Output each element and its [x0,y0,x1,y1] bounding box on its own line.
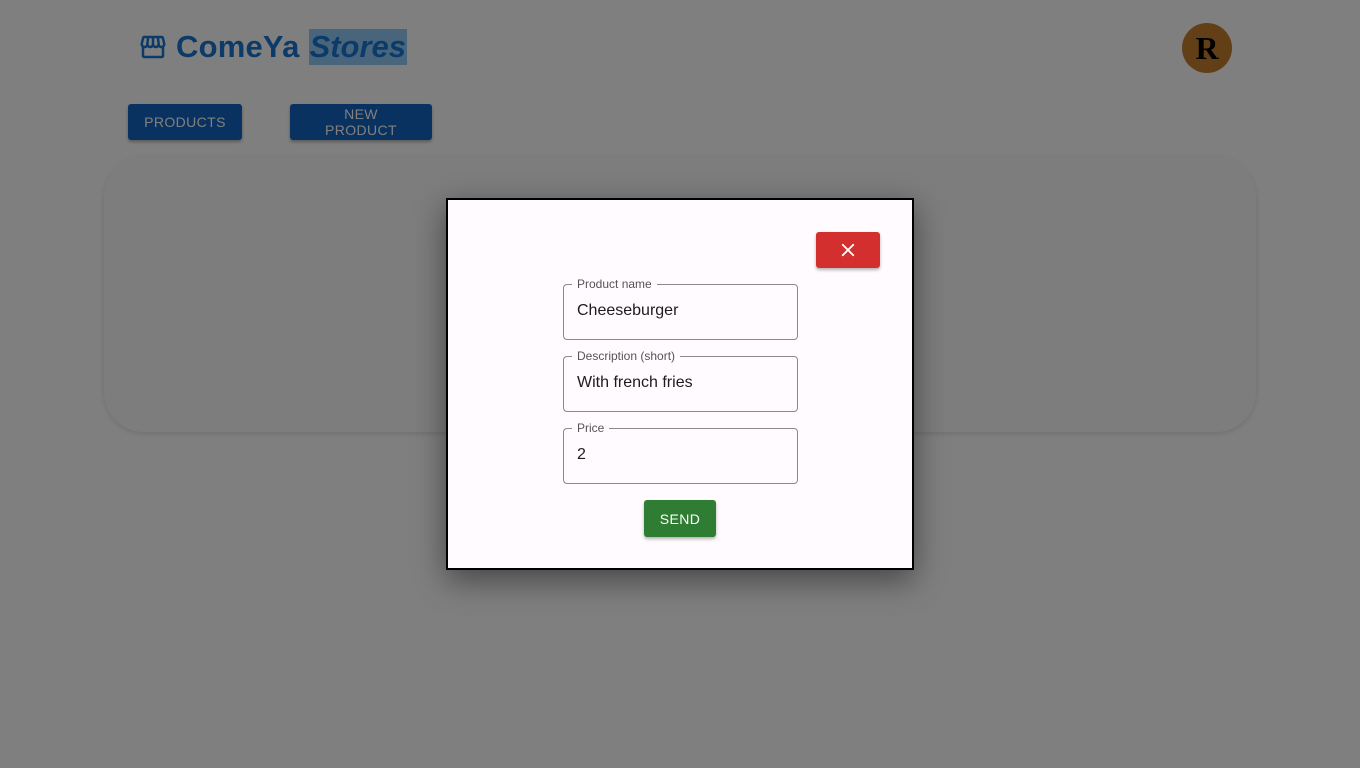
description-field: Description (short) [563,348,798,412]
description-input[interactable] [564,357,795,409]
page: ComeYa Stores R Products New product Pro… [0,0,1360,768]
product-name-field: Product name [563,276,798,340]
product-name-input[interactable] [564,285,795,337]
price-input[interactable] [564,429,795,481]
send-button[interactable]: Send [644,500,716,537]
price-field: Price [563,420,798,484]
close-button[interactable] [816,232,880,268]
close-icon [837,239,859,261]
new-product-dialog: Product name Description (short) Price S… [446,198,914,570]
